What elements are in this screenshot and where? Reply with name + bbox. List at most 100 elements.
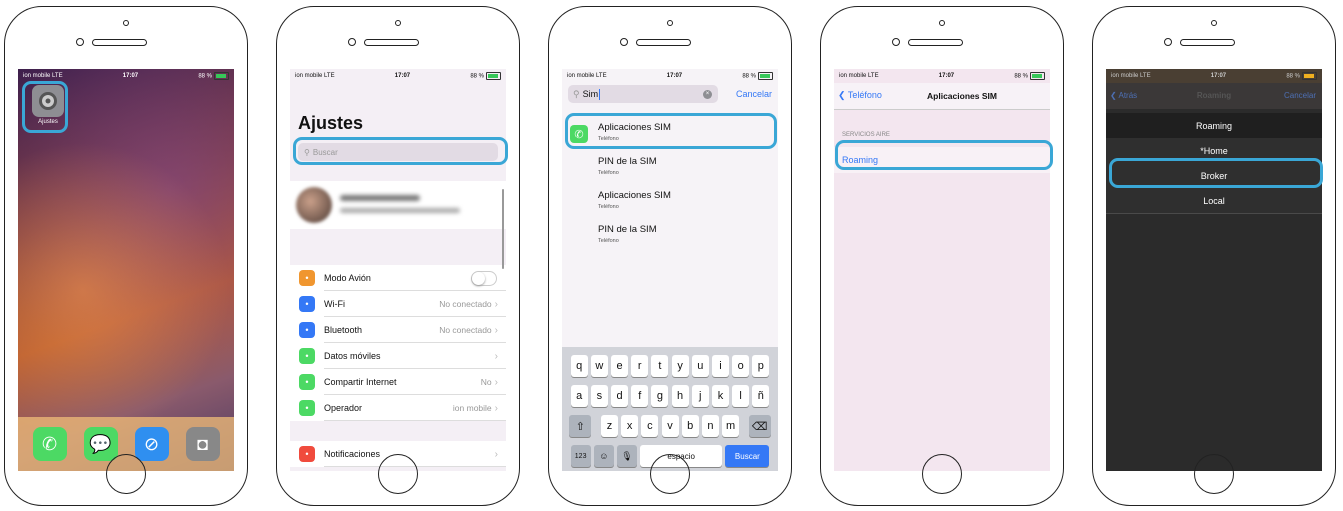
result-title: PIN de la SIM [598, 224, 657, 235]
key-letter[interactable]: f [631, 385, 649, 407]
text-cursor [599, 88, 601, 100]
shift-key-icon[interactable]: ⇧ [569, 415, 592, 437]
time-label: 17:07 [666, 73, 683, 79]
key-letter[interactable]: q [570, 355, 588, 377]
key-letter[interactable]: t [651, 355, 669, 377]
camera-icon [939, 20, 945, 26]
key-letter[interactable]: m [722, 415, 740, 437]
phone-icon: • [299, 400, 315, 416]
scrollbar[interactable] [502, 189, 504, 269]
key-letter[interactable]: x [621, 415, 639, 437]
home-button[interactable] [378, 454, 418, 494]
section-header: SERVICIOS AIRE [842, 132, 890, 138]
search-input[interactable]: ⚲ Sim × [568, 85, 718, 103]
key-letter[interactable]: y [671, 355, 689, 377]
messages-app-icon[interactable]: 💬 [83, 427, 118, 461]
wifi-icon: • [299, 296, 315, 312]
key-letter[interactable]: e [611, 355, 629, 377]
speaker-icon [364, 39, 419, 46]
status-bar: ion mobile LTE 17:07 88 % [1106, 69, 1322, 83]
camera-icon [667, 20, 673, 26]
key-letter[interactable]: j [691, 385, 709, 407]
roaming-option[interactable]: Roaming [1106, 113, 1322, 139]
speaker-icon [636, 39, 691, 46]
key-letter[interactable]: s [590, 385, 608, 407]
camera-app-icon[interactable]: ◘ [185, 427, 220, 461]
key-letter[interactable]: i [711, 355, 729, 377]
search-value: Sim [582, 89, 599, 99]
settings-row-label: Modo Avión [324, 273, 371, 283]
backspace-key-icon[interactable]: ⌫ [748, 415, 771, 437]
search-result[interactable]: Aplicaciones SIM Teléfono [562, 185, 778, 217]
key-letter[interactable]: a [570, 385, 588, 407]
hotspot-icon: • [299, 374, 315, 390]
camera-icon [1211, 20, 1217, 26]
settings-row[interactable]: • Compartir Internet No › [290, 369, 506, 395]
cancel-button[interactable]: Cancelar [1284, 91, 1316, 100]
settings-row-label: Datos móviles [324, 351, 381, 361]
key-letter[interactable]: v [661, 415, 679, 437]
key-123[interactable]: 123 [570, 445, 591, 467]
settings-row[interactable]: • Modo Avión [290, 265, 506, 291]
highlight-settings-app [22, 81, 68, 133]
phone-frame-4: ion mobile LTE 17:07 88 % ❮ Teléfono Apl… [820, 6, 1064, 506]
notifications-icon: • [299, 446, 315, 462]
settings-row-label: Bluetooth [324, 325, 363, 335]
chevron-right-icon: › [494, 448, 498, 460]
settings-row[interactable]: • Bluetooth No conectado › [290, 317, 506, 343]
phone-frame-1: ion mobile LTE 17:07 88 % Ajustes ✆ 💬 ⊘ … [4, 6, 248, 506]
phone-app-icon[interactable]: ✆ [32, 427, 67, 461]
carrier-label: ion mobile LTE [295, 73, 335, 79]
phone-frame-5: ion mobile LTE 17:07 88 % ❮ Atrás Roamin… [1092, 6, 1336, 506]
home-button[interactable] [650, 454, 690, 494]
key-letter[interactable]: w [590, 355, 608, 377]
search-result[interactable]: PIN de la SIM Teléfono [562, 219, 778, 251]
clear-icon[interactable]: × [703, 89, 712, 99]
key-letter[interactable]: ñ [752, 385, 770, 407]
search-icon: ⚲ [573, 88, 580, 99]
key-letter[interactable]: n [701, 415, 719, 437]
chevron-right-icon: › [494, 298, 498, 310]
emoji-key-icon[interactable]: ☺ [593, 445, 614, 467]
search-key[interactable]: Buscar [725, 445, 770, 467]
home-button[interactable] [106, 454, 146, 494]
airplane-toggle[interactable] [471, 270, 497, 286]
battery-label: 88 % [198, 73, 212, 80]
roaming-option[interactable]: Local [1106, 188, 1322, 214]
carrier-label: ion mobile LTE [839, 73, 879, 79]
account-detail-blurred [340, 208, 460, 213]
cancel-button[interactable]: Cancelar [736, 89, 772, 99]
settings-row-label: Wi-Fi [324, 299, 345, 309]
settings-row-label: Compartir Internet [324, 377, 397, 387]
key-letter[interactable]: h [671, 385, 689, 407]
battery-icon [486, 72, 501, 80]
key-letter[interactable]: c [641, 415, 659, 437]
safari-app-icon[interactable]: ⊘ [134, 427, 169, 461]
key-letter[interactable]: d [611, 385, 629, 407]
key-letter[interactable]: k [711, 385, 729, 407]
key-letter[interactable]: g [651, 385, 669, 407]
microphone-icon[interactable]: 🎙 [617, 445, 637, 467]
home-button[interactable] [922, 454, 962, 494]
key-letter[interactable]: o [732, 355, 750, 377]
apple-id-row[interactable] [290, 181, 506, 229]
search-result[interactable]: PIN de la SIM Teléfono [562, 151, 778, 183]
key-letter[interactable]: p [752, 355, 770, 377]
key-letter[interactable]: l [732, 385, 750, 407]
settings-row[interactable]: • Datos móviles › [290, 343, 506, 369]
sensor-icon [348, 38, 356, 46]
account-name-blurred [340, 195, 420, 201]
status-bar: ion mobile LTE 17:07 88 % [290, 69, 506, 83]
key-letter[interactable]: u [691, 355, 709, 377]
chevron-right-icon: › [494, 376, 498, 388]
key-letter[interactable]: z [600, 415, 618, 437]
home-button[interactable] [1194, 454, 1234, 494]
result-title: Aplicaciones SIM [598, 190, 671, 201]
key-letter[interactable]: r [631, 355, 649, 377]
key-letter[interactable]: b [681, 415, 699, 437]
settings-row[interactable]: • Operador ion mobile › [290, 395, 506, 421]
speaker-icon [92, 39, 147, 46]
highlight-broker [1109, 158, 1323, 188]
settings-row[interactable]: • Wi-Fi No conectado › [290, 291, 506, 317]
battery-label: 88 % [1286, 73, 1300, 80]
